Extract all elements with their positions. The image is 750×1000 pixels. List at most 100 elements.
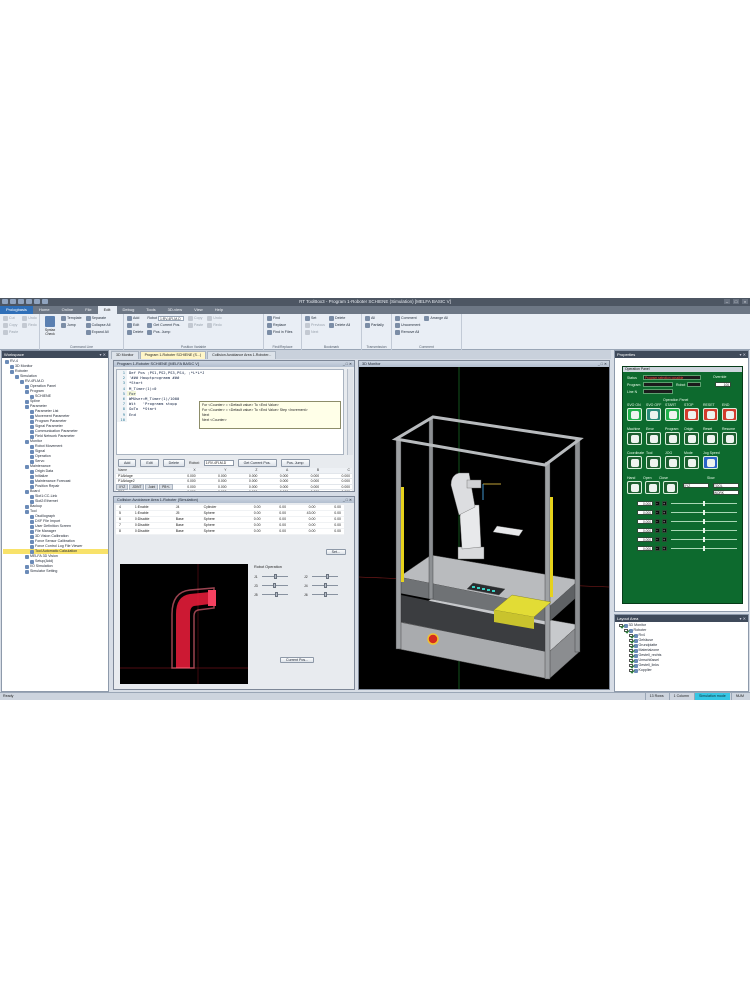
- jog-slider-knob[interactable]: [703, 528, 705, 533]
- paste-position-button[interactable]: Paste: [187, 323, 203, 328]
- visibility-checkbox[interactable]: [629, 653, 633, 658]
- jog-slider[interactable]: [671, 501, 737, 506]
- undo-button[interactable]: Undo: [22, 316, 37, 321]
- slider-track[interactable]: [262, 574, 288, 579]
- redo-position-button[interactable]: Redo: [207, 323, 222, 328]
- subtab-pb[interactable]: PB+/-: [159, 484, 174, 490]
- get-current-pos-button[interactable]: Get Current Pos.: [147, 323, 184, 328]
- slider-track[interactable]: [312, 592, 338, 597]
- jog-slider[interactable]: [671, 546, 737, 551]
- slider-track[interactable]: [312, 583, 338, 588]
- delete-bookmark-button[interactable]: Delete: [328, 316, 350, 321]
- subtab-joint-2[interactable]: Joint: [145, 484, 159, 490]
- jog-plus-button[interactable]: +: [662, 546, 667, 551]
- visibility-checkbox[interactable]: [629, 648, 633, 653]
- minimize-icon[interactable]: –: [724, 299, 730, 304]
- robot-select[interactable]: 1:RV-4FLM-D: [203, 460, 234, 466]
- arrange-all-button[interactable]: Arrange All: [424, 316, 448, 321]
- hand-toggle-button[interactable]: [627, 481, 642, 494]
- tab-view[interactable]: View: [188, 306, 209, 314]
- jog-slider-knob[interactable]: [703, 546, 705, 551]
- comment-button[interactable]: Comment: [395, 316, 420, 321]
- uncomment-button[interactable]: Uncomment: [395, 323, 420, 328]
- copy-position-button[interactable]: Copy: [187, 316, 203, 321]
- transmit-all-button[interactable]: All: [365, 316, 388, 321]
- pos-jump-button[interactable]: Pos. Jump: [147, 330, 184, 335]
- current-pos-button[interactable]: Current Pos...: [280, 657, 315, 663]
- tab-help[interactable]: Help: [209, 306, 229, 314]
- op-button[interactable]: [722, 408, 737, 421]
- paste-button[interactable]: Paste: [3, 330, 18, 335]
- op-button[interactable]: [665, 456, 680, 469]
- code-scrollbar[interactable]: [347, 369, 353, 455]
- op-button[interactable]: [627, 408, 642, 421]
- tool-dropdown[interactable]: TOOL: [713, 483, 739, 488]
- op-button[interactable]: [665, 432, 680, 445]
- tab-tools[interactable]: Tools: [140, 306, 161, 314]
- op-button[interactable]: [684, 408, 699, 421]
- next-bookmark-button[interactable]: Next: [305, 330, 325, 335]
- tab-file[interactable]: File: [79, 306, 97, 314]
- jog-slider-knob[interactable]: [703, 510, 705, 515]
- visibility-checkbox[interactable]: [629, 663, 633, 668]
- layout-tree-item[interactable]: Kopplier: [615, 668, 748, 673]
- op-button[interactable]: [722, 432, 737, 445]
- syntax-check-button[interactable]: Syntax Check: [43, 316, 57, 336]
- pin-icon[interactable]: ▾ ✕: [740, 351, 746, 358]
- add-position-button[interactable]: Add: [127, 316, 143, 321]
- edit-position-button[interactable]: Edit: [127, 323, 143, 328]
- 3d-scene[interactable]: [359, 367, 609, 689]
- slider-track[interactable]: [262, 592, 288, 597]
- visibility-checkbox[interactable]: [629, 638, 633, 643]
- jog-plus-button[interactable]: +: [662, 537, 667, 542]
- slider-knob[interactable]: [275, 592, 279, 597]
- slider-knob[interactable]: [274, 574, 277, 579]
- subtab-xyz[interactable]: XYZ: [116, 484, 129, 490]
- op-button[interactable]: [627, 432, 642, 445]
- edit-button[interactable]: Edit: [140, 459, 159, 467]
- pin-icon[interactable]: ▾ ✕: [100, 351, 106, 358]
- op-button[interactable]: [684, 432, 699, 445]
- op-button[interactable]: [665, 408, 680, 421]
- tab-home[interactable]: Home: [33, 306, 56, 314]
- tab-edit[interactable]: Edit: [97, 306, 117, 314]
- joint-slider[interactable]: J4: [304, 581, 350, 590]
- visibility-checkbox[interactable]: [629, 668, 633, 673]
- tab-3d-view[interactable]: 3D-view: [162, 306, 188, 314]
- op-button[interactable]: [703, 432, 718, 445]
- jog-minus-button[interactable]: −: [655, 510, 660, 515]
- set-bookmark-button[interactable]: Set: [305, 316, 325, 321]
- delete-button[interactable]: Delete: [162, 459, 185, 467]
- override-field[interactable]: 100: [715, 382, 731, 387]
- jog-plus-button[interactable]: +: [662, 528, 667, 533]
- jog-slider[interactable]: [671, 519, 737, 524]
- doc-tab-collision[interactable]: Collision Avoidance Area 1-Roboter...: [207, 351, 277, 359]
- jog-slider[interactable]: [671, 528, 737, 533]
- hand-close-button[interactable]: [663, 481, 678, 494]
- joint-slider[interactable]: J3: [254, 581, 300, 590]
- previous-bookmark-button[interactable]: Previous: [305, 323, 325, 328]
- jog-slider-knob[interactable]: [703, 519, 705, 524]
- find-in-files-button[interactable]: Find in Files: [267, 330, 298, 335]
- add-button[interactable]: Add: [118, 459, 137, 467]
- visibility-checkbox[interactable]: [619, 623, 623, 628]
- program-field[interactable]: [643, 382, 673, 387]
- slider-knob[interactable]: [324, 592, 327, 597]
- doc-tab-program[interactable]: Program 1-Roboter SCHIENE (S...): [139, 351, 207, 359]
- jog-slider-knob[interactable]: [703, 537, 705, 542]
- jump-button[interactable]: Jump: [61, 323, 82, 328]
- jog-slider[interactable]: [671, 510, 737, 515]
- transmit-partially-button[interactable]: Partially: [365, 323, 388, 328]
- slider-knob[interactable]: [326, 574, 330, 579]
- find-button[interactable]: Find: [267, 316, 298, 321]
- undo-position-button[interactable]: Undo: [207, 316, 222, 321]
- collapse-all-button[interactable]: Collapse All: [85, 323, 110, 328]
- slider-track[interactable]: [312, 574, 338, 579]
- copy-button[interactable]: Copy: [3, 323, 18, 328]
- op-button[interactable]: [627, 456, 642, 469]
- delete-position-button[interactable]: Delete: [127, 330, 143, 335]
- redo-button[interactable]: Redo: [22, 323, 37, 328]
- get-current-pos-button[interactable]: Get Current Pos.: [237, 459, 277, 467]
- doc-tab-3d-monitor[interactable]: 3D Monitor: [111, 351, 139, 359]
- separate-button[interactable]: Separate: [85, 316, 111, 321]
